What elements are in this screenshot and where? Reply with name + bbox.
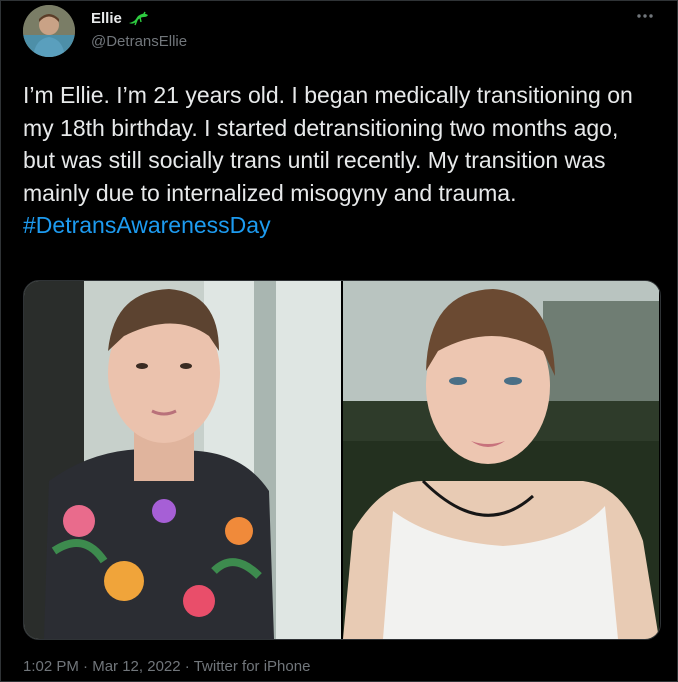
avatar-photo [23, 5, 75, 57]
tweet-body: I’m Ellie. I’m 21 years old. I began med… [23, 79, 653, 242]
author-handle[interactable]: @DetransEllie [91, 33, 187, 50]
tweet-source[interactable]: Twitter for iPhone [194, 658, 311, 675]
meta-separator-2: · [184, 658, 190, 675]
tweet-text: I’m Ellie. I’m 21 years old. I began med… [23, 82, 633, 206]
meta-separator: · [83, 658, 89, 675]
avatar[interactable] [23, 5, 75, 57]
lizard-icon [127, 11, 149, 27]
more-options-icon[interactable] [635, 9, 655, 23]
tweet-date[interactable]: Mar 12, 2022 [92, 658, 180, 675]
author-name-row[interactable]: Ellie [91, 10, 149, 27]
photo-right[interactable] [343, 281, 660, 639]
tweet-card: Ellie @DetransEllie I’m Ellie. I’m 21 ye… [0, 0, 678, 682]
hashtag-link[interactable]: #DetransAwarenessDay [23, 209, 653, 242]
display-name[interactable]: Ellie [91, 10, 122, 27]
tweet-time[interactable]: 1:02 PM [23, 658, 79, 675]
tweet-timestamp[interactable]: 1:02 PM · Mar 12, 2022 · Twitter for iPh… [23, 658, 310, 675]
photo-left[interactable] [24, 281, 341, 639]
media-grid[interactable] [23, 280, 661, 640]
